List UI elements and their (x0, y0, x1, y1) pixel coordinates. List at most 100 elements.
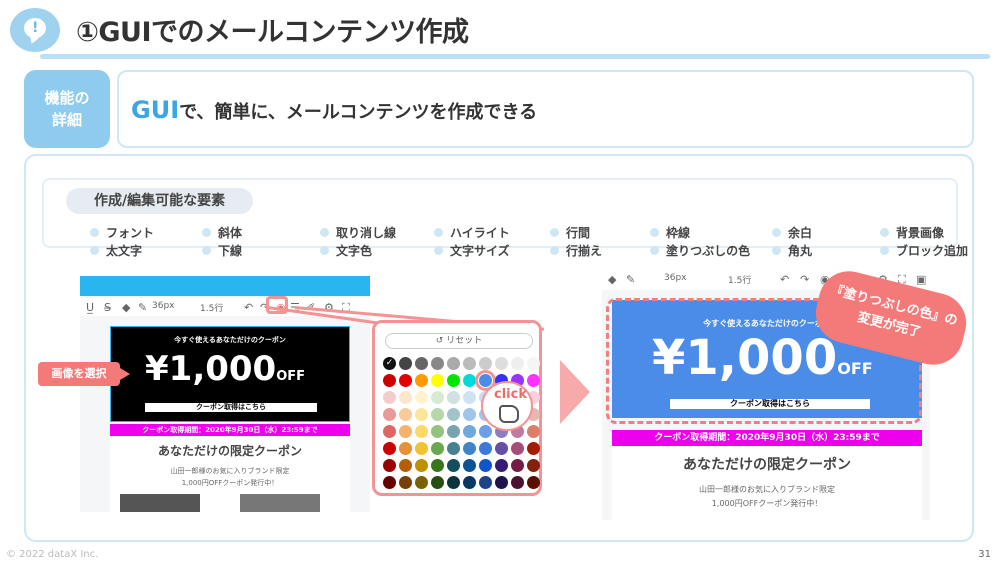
feature-tag: 機能の 詳細 (24, 70, 110, 148)
color-swatch[interactable] (495, 442, 508, 455)
color-swatch[interactable] (383, 476, 396, 489)
fill-color-icon[interactable]: ◆ (608, 273, 616, 286)
color-swatch[interactable] (399, 357, 412, 370)
color-swatch[interactable] (399, 391, 412, 404)
editable-element-item: 余白 (772, 224, 812, 241)
color-swatch[interactable] (479, 459, 492, 472)
color-swatch[interactable] (431, 425, 444, 438)
editor-header-bar (80, 276, 370, 296)
editable-element-item: 角丸 (772, 242, 812, 259)
color-swatch[interactable] (447, 374, 460, 387)
editable-element-item: ハイライト (434, 224, 510, 241)
color-swatch[interactable] (447, 391, 460, 404)
color-swatch[interactable] (415, 476, 428, 489)
color-swatch[interactable] (447, 408, 460, 421)
palette-icon-highlight (266, 296, 288, 314)
color-swatch[interactable] (399, 476, 412, 489)
color-swatch[interactable] (511, 357, 524, 370)
color-swatch[interactable] (463, 459, 476, 472)
color-swatch[interactable] (511, 442, 524, 455)
select-image-callout: 画像を選択 (38, 362, 130, 386)
color-swatch[interactable] (399, 425, 412, 438)
editable-element-item: 斜体 (202, 224, 242, 241)
next-arrow-icon (560, 360, 590, 424)
highlight-icon[interactable]: ✎ (138, 301, 147, 314)
color-swatch[interactable] (415, 357, 428, 370)
color-swatch[interactable] (495, 357, 508, 370)
color-swatch[interactable] (431, 391, 444, 404)
font-size-select[interactable]: 36px (664, 273, 687, 283)
highlight-icon[interactable]: ✎ (626, 273, 635, 286)
color-swatch[interactable] (383, 408, 396, 421)
color-swatch[interactable] (383, 425, 396, 438)
undo-icon[interactable]: ↶ (244, 301, 253, 314)
color-swatch[interactable] (447, 442, 460, 455)
color-swatch[interactable] (463, 425, 476, 438)
page-number: 31 (978, 549, 991, 560)
color-swatch[interactable] (463, 408, 476, 421)
color-swatch[interactable] (479, 357, 492, 370)
color-swatch[interactable] (431, 459, 444, 472)
editable-element-item: 背景画像 (880, 224, 944, 241)
color-swatch[interactable] (447, 357, 460, 370)
color-swatch[interactable] (479, 476, 492, 489)
color-swatch[interactable] (415, 425, 428, 438)
color-swatch[interactable] (527, 476, 540, 489)
color-swatch[interactable] (463, 374, 476, 387)
line-height-select[interactable]: 1.5行 (200, 301, 223, 314)
color-swatch[interactable] (479, 425, 492, 438)
color-swatch[interactable] (463, 357, 476, 370)
color-swatch[interactable] (475, 370, 496, 391)
color-swatch[interactable] (447, 476, 460, 489)
color-swatch[interactable] (527, 442, 540, 455)
color-swatch[interactable] (383, 442, 396, 455)
color-swatch[interactable] (495, 459, 508, 472)
color-swatch[interactable] (383, 374, 396, 387)
color-swatch[interactable] (479, 442, 492, 455)
color-swatch[interactable] (527, 357, 540, 370)
color-swatch[interactable] (495, 476, 508, 489)
color-swatch[interactable] (415, 408, 428, 421)
line-height-select[interactable]: 1.5行 (728, 273, 751, 286)
color-swatch[interactable] (415, 374, 428, 387)
color-swatch[interactable] (415, 442, 428, 455)
color-swatch[interactable] (527, 459, 540, 472)
color-swatch[interactable] (415, 459, 428, 472)
redo-icon[interactable]: ↷ (800, 273, 809, 286)
color-swatch[interactable] (511, 476, 524, 489)
color-swatch[interactable] (463, 476, 476, 489)
editable-element-item: フォント (90, 224, 154, 241)
coupon-cta-button[interactable]: クーポン取得はこちら (145, 403, 317, 412)
color-swatch[interactable] (399, 408, 412, 421)
color-swatch[interactable] (399, 374, 412, 387)
color-swatch[interactable] (447, 459, 460, 472)
color-swatch[interactable]: ✓ (383, 357, 396, 370)
editable-element-item: 下線 (202, 242, 242, 259)
color-swatch[interactable] (383, 459, 396, 472)
color-swatch[interactable] (511, 459, 524, 472)
color-swatch[interactable] (527, 374, 540, 387)
underline-icon[interactable]: U̲ (86, 301, 94, 314)
color-swatch[interactable] (399, 442, 412, 455)
title-underline (40, 54, 990, 59)
undo-icon[interactable]: ↶ (780, 273, 789, 286)
color-swatch[interactable] (447, 425, 460, 438)
font-size-select[interactable]: 36px (152, 301, 175, 311)
coupon-banner-image[interactable]: 今すぐ使えるあなただけのクーポン ¥1,000OFF クーポン取得はこちら (110, 326, 350, 422)
editable-element-item: 取り消し線 (320, 224, 396, 241)
color-swatch[interactable] (415, 391, 428, 404)
reset-button[interactable]: ↺ リセット (385, 333, 533, 349)
color-swatch[interactable] (431, 442, 444, 455)
color-swatch[interactable] (383, 391, 396, 404)
color-swatch[interactable] (399, 459, 412, 472)
color-swatch[interactable] (463, 442, 476, 455)
fill-color-icon[interactable]: ◆ (122, 301, 130, 314)
color-swatch[interactable] (527, 425, 540, 438)
strikethrough-icon[interactable]: S̶ (104, 301, 111, 314)
color-swatch[interactable] (463, 391, 476, 404)
save-icon[interactable]: ▣ (916, 273, 926, 286)
color-swatch[interactable] (431, 374, 444, 387)
color-swatch[interactable] (431, 408, 444, 421)
color-swatch[interactable] (431, 476, 444, 489)
color-swatch[interactable] (431, 357, 444, 370)
